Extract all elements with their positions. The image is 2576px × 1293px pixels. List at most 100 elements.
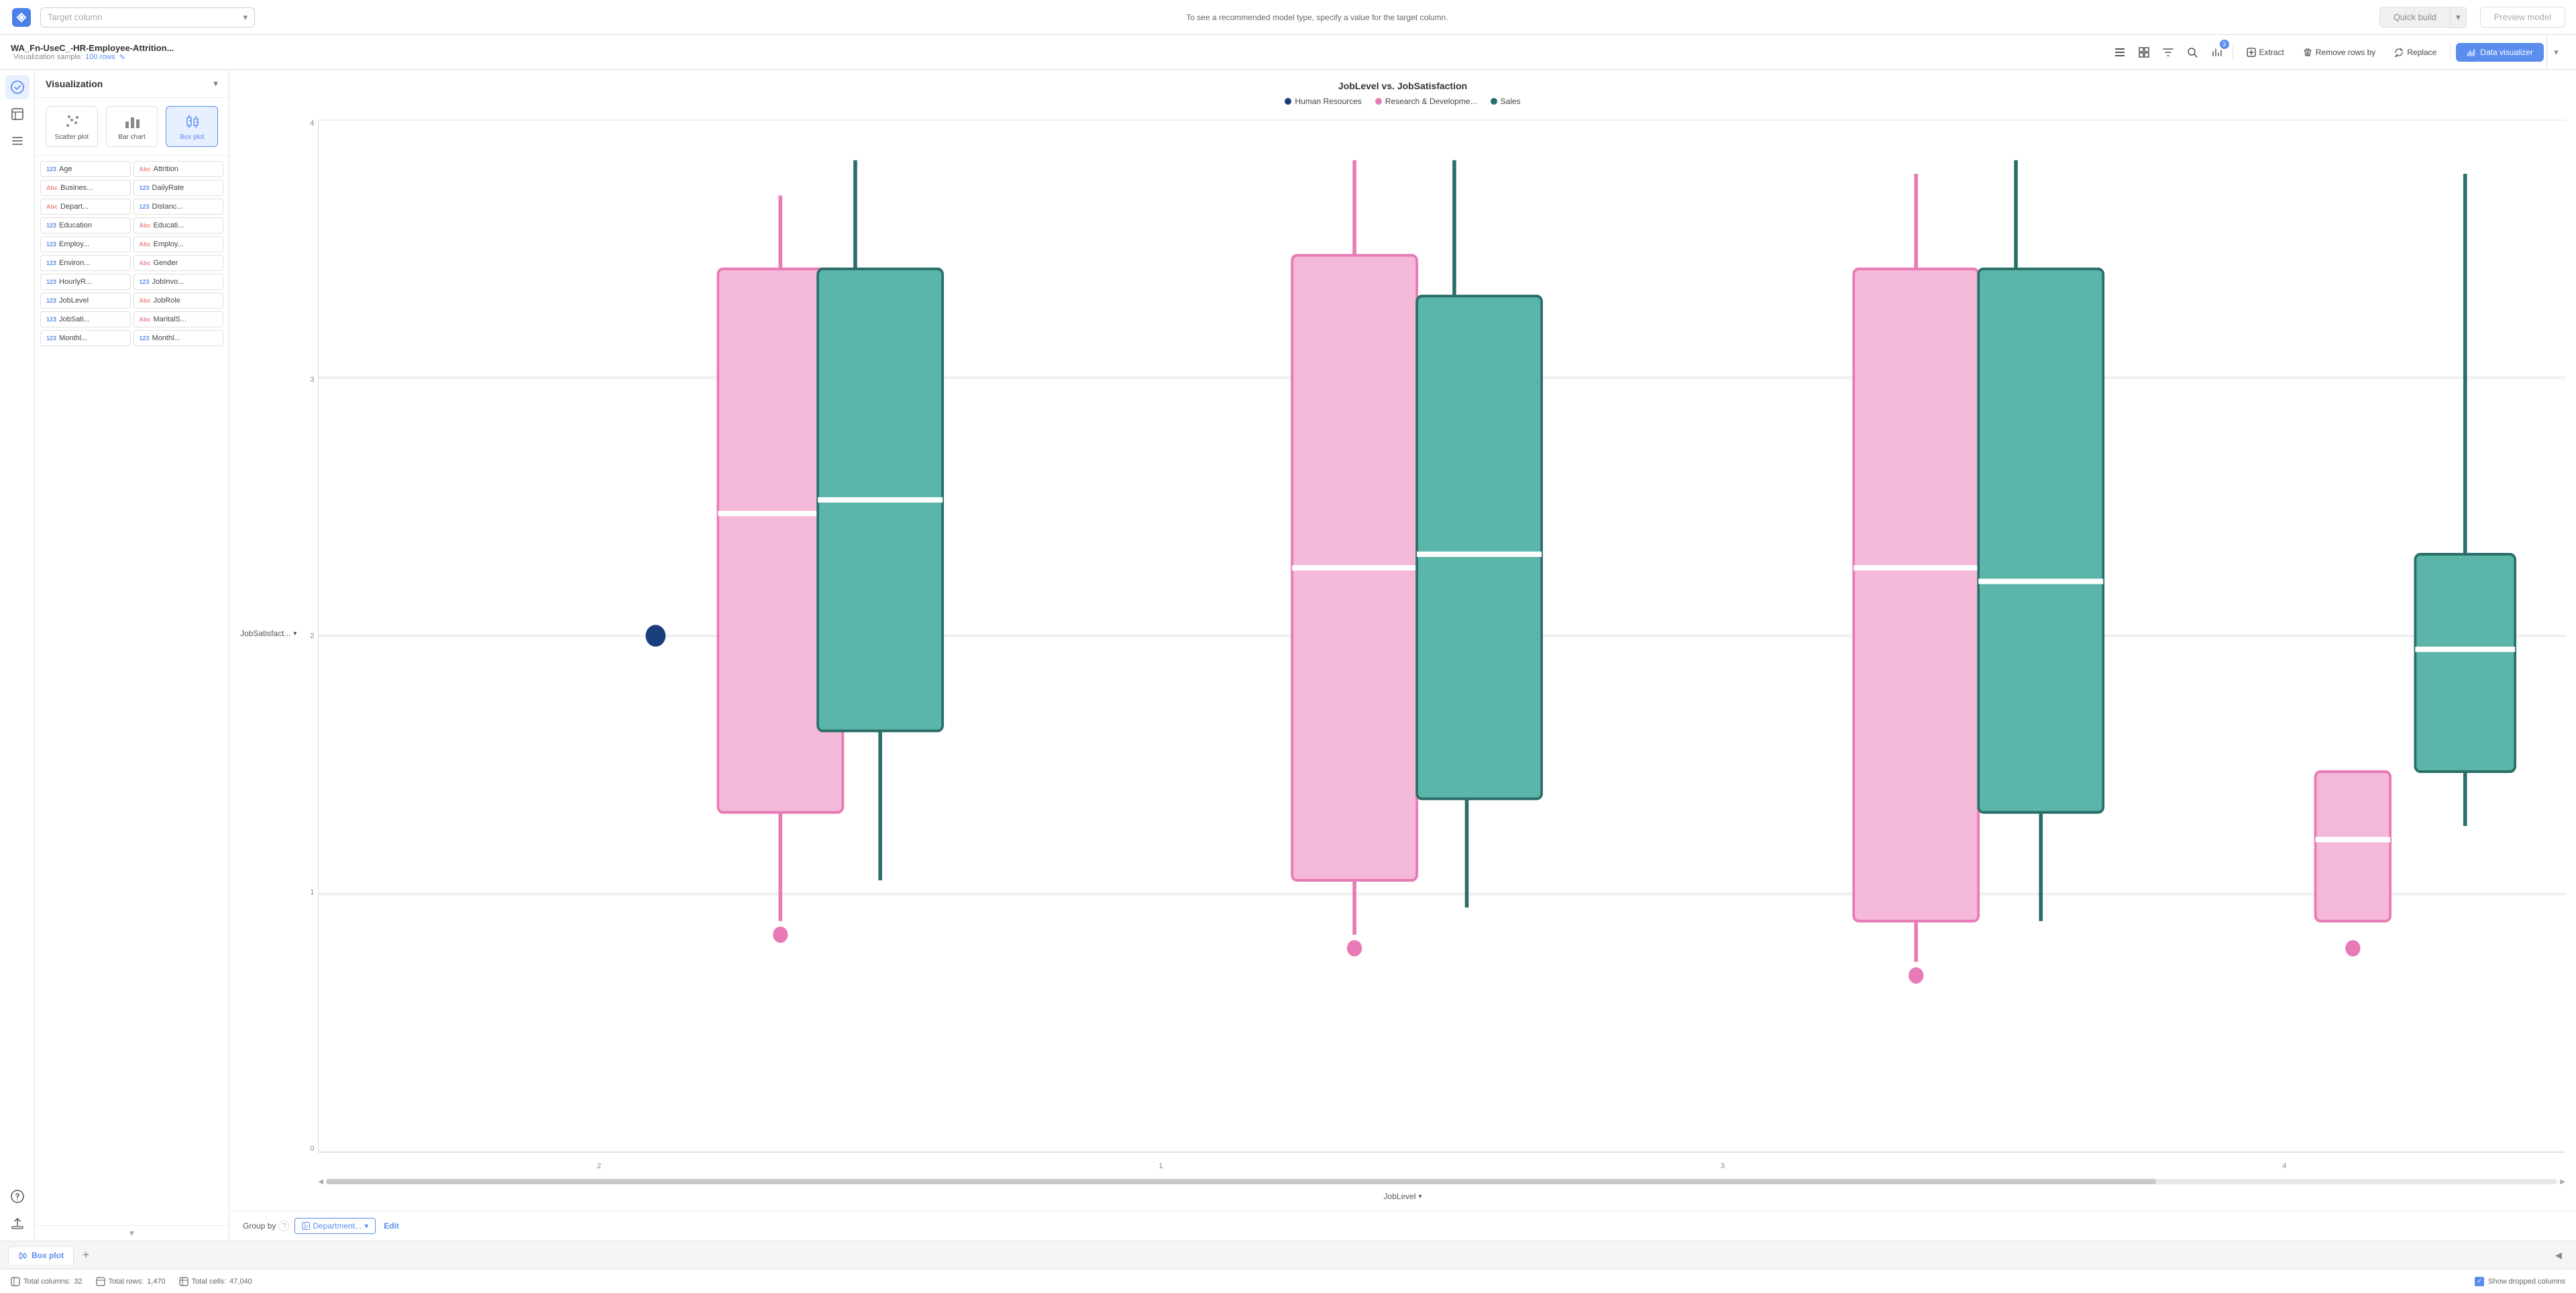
legend-label-sales: Sales <box>1501 97 1521 106</box>
filter-icon[interactable] <box>2157 42 2179 63</box>
col-monthly1[interactable]: 123Monthl... <box>40 330 131 346</box>
group-by-info-icon[interactable]: ? <box>278 1221 289 1231</box>
x-label-2: 2 <box>597 1162 601 1170</box>
col-gender[interactable]: AbcGender <box>133 255 224 271</box>
group-by-text: Group by <box>243 1221 276 1231</box>
col-education[interactable]: 123Education <box>40 217 131 234</box>
target-col-chevron: ▾ <box>243 12 248 23</box>
grid-view-icon[interactable] <box>2133 42 2155 63</box>
list-view-icon[interactable] <box>2109 42 2131 63</box>
replace-button[interactable]: Replace <box>2386 44 2445 61</box>
x-axis-selector[interactable]: JobLevel ▾ <box>1383 1192 1421 1201</box>
show-dropped-checkbox[interactable] <box>2475 1277 2484 1286</box>
bar-chart-type[interactable]: Bar chart <box>106 106 158 147</box>
legend-label-hr: Human Resources <box>1295 97 1361 106</box>
main-layout: Visualization ▾ Scatter plot <box>0 70 2576 1241</box>
col-dailyrate[interactable]: 123DailyRate <box>133 180 224 196</box>
box-plot-tab[interactable]: Box plot <box>8 1246 74 1264</box>
cells-label: Total cells: <box>192 1278 226 1286</box>
top-bar: Target column ▾ To see a recommended mod… <box>0 0 2576 35</box>
scrollbar-thumb <box>326 1179 2155 1184</box>
col-scroll-down[interactable]: ▼ <box>35 1225 229 1241</box>
search-icon[interactable] <box>2182 42 2203 63</box>
nav-upload-icon[interactable] <box>5 1211 30 1235</box>
col-jobinvolve[interactable]: 123JobInvo... <box>133 274 224 290</box>
nav-data-icon[interactable] <box>5 102 30 126</box>
nav-model-icon[interactable] <box>5 75 30 99</box>
legend-dot-rd <box>1375 98 1382 105</box>
edit-group-by-button[interactable]: Edit <box>384 1221 399 1231</box>
y-axis-selector[interactable]: JobSatisfact... ▾ <box>240 629 297 638</box>
x-axis-labels: 2 1 3 4 <box>318 1162 2565 1170</box>
col-attrition[interactable]: AbcAttrition <box>133 161 224 177</box>
group-by-value[interactable]: Department... ▾ <box>294 1218 376 1234</box>
col-department[interactable]: AbcDepart... <box>40 199 131 215</box>
preview-model-button[interactable]: Preview model <box>2480 7 2565 28</box>
show-dropped-columns: Show dropped columns <box>2475 1277 2565 1286</box>
col-distance[interactable]: 123Distanc... <box>133 199 224 215</box>
nav-menu-icon[interactable] <box>5 129 30 153</box>
group-by-chevron: ▾ <box>364 1221 368 1231</box>
col-education-field[interactable]: AbcEducati... <box>133 217 224 234</box>
file-name: WA_Fn-UseC_-HR-Employee-Attrition... <box>11 43 174 53</box>
rows-value: 1,470 <box>147 1278 166 1286</box>
viz-panel: Visualization ▾ Scatter plot <box>35 70 229 1241</box>
col-employeecount[interactable]: 123Employ... <box>40 236 131 252</box>
box-plot-label: Box plot <box>180 134 204 141</box>
target-column-select[interactable]: Target column ▾ <box>40 7 255 28</box>
boxplot-chart <box>319 119 2565 1152</box>
col-monthly2[interactable]: 123Monthl... <box>133 330 224 346</box>
quick-build-button[interactable]: Quick build <box>2379 7 2450 28</box>
collapse-arrow[interactable]: ▾ <box>2546 35 2565 70</box>
total-cells: Total cells: 47,040 <box>179 1277 252 1286</box>
box-plot-type[interactable]: Box plot <box>166 106 218 147</box>
add-tab-button[interactable]: + <box>76 1246 95 1265</box>
edit-sample-icon[interactable]: ✎ <box>119 53 125 62</box>
legend-human-resources: Human Resources <box>1285 97 1361 106</box>
total-columns: Total columns: 32 <box>11 1277 83 1286</box>
x-scrollbar[interactable]: ◀ ▶ <box>318 1177 2565 1186</box>
sample-info: Visualization sample: 100 rows ✎ <box>11 53 174 62</box>
y-axis-chevron: ▾ <box>293 630 297 637</box>
scrollbar-track[interactable] <box>326 1179 2557 1184</box>
quick-build-arrow-button[interactable]: ▾ <box>2450 7 2467 28</box>
col-marital[interactable]: AbcMaritalS... <box>133 311 224 327</box>
y-tick-1: 1 <box>302 888 314 896</box>
col-environ[interactable]: 123Environ... <box>40 255 131 271</box>
x-label-3: 3 <box>1721 1162 1725 1170</box>
remove-rows-button[interactable]: Remove rows by <box>2295 44 2383 61</box>
chart-main: JobLevel vs. JobSatisfaction Human Resou… <box>229 70 2576 1210</box>
chart-title: JobLevel vs. JobSatisfaction <box>240 81 2565 91</box>
group-by-label: Group by ? <box>243 1221 289 1231</box>
col-age[interactable]: 123Age <box>40 161 131 177</box>
nav-help-icon[interactable] <box>5 1184 30 1208</box>
quick-build-group: Quick build ▾ <box>2379 7 2467 28</box>
left-nav <box>0 70 35 1241</box>
file-info: WA_Fn-UseC_-HR-Employee-Attrition... Vis… <box>11 43 174 62</box>
cells-value: 47,040 <box>229 1278 252 1286</box>
x-axis-label-text: JobLevel <box>1383 1192 1415 1201</box>
col-joblevel[interactable]: 123JobLevel <box>40 293 131 309</box>
bar-chart-label: Bar chart <box>118 134 146 141</box>
sample-label: Visualization sample: <box>13 53 83 61</box>
col-jobrole[interactable]: AbcJobRole <box>133 293 224 309</box>
col-jobsatisfaction[interactable]: 123JobSati... <box>40 311 131 327</box>
column-list: 123Age AbcAttrition AbcBusines... 123Dai… <box>35 156 229 1225</box>
app-logo <box>11 7 32 28</box>
col-business[interactable]: AbcBusines... <box>40 180 131 196</box>
legend-dot-sales <box>1491 98 1497 105</box>
group-by-value-text: Department... <box>313 1221 362 1231</box>
viz-panel-header: Visualization ▾ <box>35 70 229 98</box>
sample-value[interactable]: 100 rows <box>85 53 115 61</box>
scatter-plot-type[interactable]: Scatter plot <box>46 106 98 147</box>
legend-dot-hr <box>1285 98 1291 105</box>
extract-button[interactable]: Extract <box>2239 44 2292 61</box>
feature-tools-badge-wrap: 3 <box>2206 42 2227 63</box>
chart-type-selector: Scatter plot Bar chart <box>35 98 229 156</box>
col-employeenumber[interactable]: AbcEmploy... <box>133 236 224 252</box>
y-tick-4: 4 <box>302 119 314 127</box>
expand-left-button[interactable]: ◀ <box>2549 1246 2568 1265</box>
col-hourlyrate[interactable]: 123HourlyR... <box>40 274 131 290</box>
data-visualizer-button[interactable]: Data visualizer <box>2456 43 2544 62</box>
viz-panel-collapse[interactable]: ▾ <box>213 78 218 89</box>
